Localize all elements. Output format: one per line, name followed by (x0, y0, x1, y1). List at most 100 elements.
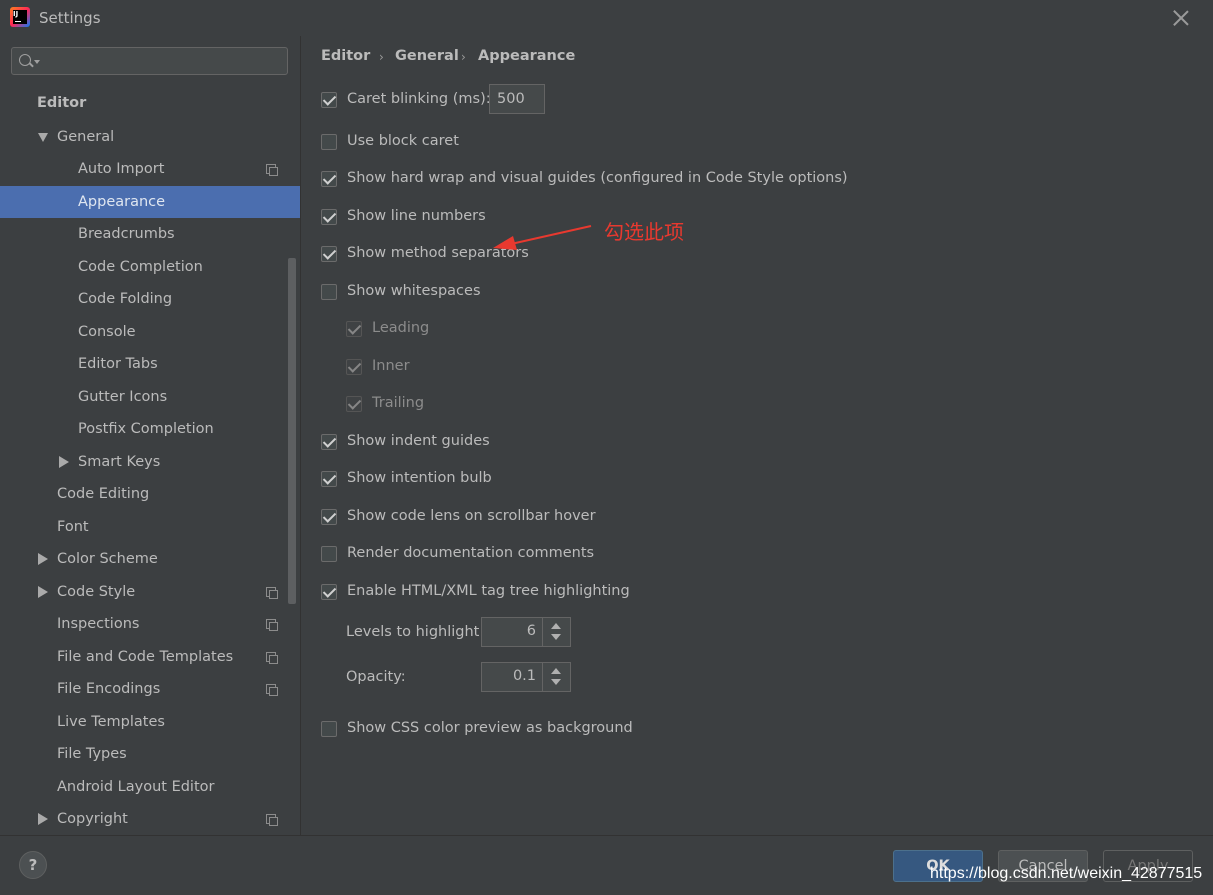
code-lens-label: Show code lens on scrollbar hover (347, 508, 596, 524)
leading-checkbox[interactable] (346, 321, 362, 337)
sidebar-item-editor[interactable]: Editor (0, 87, 300, 119)
chevron-down-icon[interactable] (34, 60, 40, 64)
sidebar-item-copyright[interactable]: Copyright (0, 803, 300, 835)
sidebar-item-code-completion[interactable]: Code Completion (0, 251, 300, 283)
chevron-right-icon[interactable] (38, 586, 48, 598)
spinner-up-icon[interactable] (551, 668, 561, 674)
dialog-footer: ? OK Cancel Apply https://blog.csdn.net/… (0, 835, 1213, 895)
spinner-up-icon[interactable] (551, 623, 561, 629)
method-separators-checkbox[interactable] (321, 246, 337, 262)
sidebar-item-label: Font (57, 519, 89, 535)
settings-sidebar: Editor General Auto Import Appearance Br… (0, 36, 301, 835)
render-docs-label: Render documentation comments (347, 545, 595, 561)
code-lens-checkbox[interactable] (321, 509, 337, 525)
whitespaces-checkbox[interactable] (321, 284, 337, 300)
inner-checkbox[interactable] (346, 359, 362, 375)
trailing-label: Trailing (372, 395, 425, 411)
indent-guides-checkbox[interactable] (321, 434, 337, 450)
sidebar-item-label: Editor (37, 95, 87, 111)
sidebar-item-file-types[interactable]: File Types (0, 738, 300, 770)
sidebar-item-gutter-icons[interactable]: Gutter Icons (0, 381, 300, 413)
render-docs-checkbox[interactable] (321, 546, 337, 562)
project-settings-icon (266, 587, 278, 599)
sidebar-scrollbar[interactable] (288, 258, 296, 604)
sidebar-item-console[interactable]: Console (0, 316, 300, 348)
sidebar-item-label: Code Completion (78, 259, 203, 275)
search-icon[interactable] (19, 54, 31, 66)
sidebar-item-file-and-code-templates[interactable]: File and Code Templates (0, 641, 300, 673)
watermark: https://blog.csdn.net/weixin_42877515 (930, 865, 1203, 882)
settings-search-box[interactable] (11, 47, 288, 75)
sidebar-item-label: Gutter Icons (78, 389, 168, 405)
intention-bulb-checkbox[interactable] (321, 471, 337, 487)
breadcrumb-separator: › (461, 50, 466, 64)
sidebar-item-label: Postfix Completion (78, 421, 214, 437)
caret-blinking-label: Caret blinking (ms): (347, 91, 491, 107)
levels-value[interactable]: 6 (527, 623, 536, 639)
sidebar-item-general[interactable]: General (0, 121, 300, 153)
opacity-value[interactable]: 0.1 (513, 668, 536, 684)
chevron-down-icon[interactable] (38, 133, 48, 142)
use-block-caret-checkbox[interactable] (321, 134, 337, 150)
project-settings-icon (266, 684, 278, 696)
sidebar-item-label: Android Layout Editor (57, 779, 215, 795)
opacity-label: Opacity: (346, 669, 406, 685)
sidebar-item-code-folding[interactable]: Code Folding (0, 283, 300, 315)
sidebar-item-file-encodings[interactable]: File Encodings (0, 673, 300, 705)
sidebar-item-smart-keys[interactable]: Smart Keys (0, 446, 300, 478)
opacity-spinner-buttons[interactable] (542, 663, 570, 691)
trailing-checkbox[interactable] (346, 396, 362, 412)
chevron-right-icon[interactable] (38, 553, 48, 565)
breadcrumb-item-editor[interactable]: Editor (321, 48, 370, 64)
sidebar-item-label: Smart Keys (78, 454, 161, 470)
sidebar-item-label: Code Style (57, 584, 136, 600)
sidebar-item-label: Code Folding (78, 291, 173, 307)
hard-wrap-checkbox[interactable] (321, 171, 337, 187)
spinner-down-icon[interactable] (551, 634, 561, 640)
sidebar-item-label: Live Templates (57, 714, 165, 730)
tag-tree-checkbox[interactable] (321, 584, 337, 600)
close-icon[interactable] (1173, 10, 1189, 26)
sidebar-item-postfix-completion[interactable]: Postfix Completion (0, 413, 300, 445)
caret-blinking-input[interactable]: 500 (489, 84, 545, 114)
breadcrumb-item-appearance: Appearance (478, 48, 576, 64)
sidebar-item-appearance[interactable]: Appearance (0, 186, 300, 218)
sidebar-item-label: Color Scheme (57, 551, 158, 567)
sidebar-item-live-templates[interactable]: Live Templates (0, 706, 300, 738)
sidebar-item-code-style[interactable]: Code Style (0, 576, 300, 608)
sidebar-item-color-scheme[interactable]: Color Scheme (0, 543, 300, 575)
opacity-spinner[interactable]: 0.1 (481, 662, 571, 692)
sidebar-item-auto-import[interactable]: Auto Import (0, 153, 300, 185)
levels-spinner-buttons[interactable] (542, 618, 570, 646)
line-numbers-checkbox[interactable] (321, 209, 337, 225)
caret-blinking-checkbox[interactable] (321, 92, 337, 108)
sidebar-item-font[interactable]: Font (0, 511, 300, 543)
sidebar-item-label: Inspections (57, 616, 140, 632)
sidebar-item-inspections[interactable]: Inspections (0, 608, 300, 640)
sidebar-item-label: File and Code Templates (57, 649, 234, 665)
line-numbers-label: Show line numbers (347, 208, 486, 224)
project-settings-icon (266, 814, 278, 826)
levels-label: Levels to highlight: (346, 624, 485, 640)
breadcrumb-item-general[interactable]: General (395, 48, 459, 64)
css-preview-checkbox[interactable] (321, 721, 337, 737)
sidebar-item-android-layout-editor[interactable]: Android Layout Editor (0, 771, 300, 803)
sidebar-item-breadcrumbs[interactable]: Breadcrumbs (0, 218, 300, 250)
sidebar-item-label: File Types (57, 746, 127, 762)
leading-label: Leading (372, 320, 430, 336)
sidebar-item-label: Console (78, 324, 136, 340)
intellij-app-icon: IJ (10, 7, 30, 27)
chevron-right-icon[interactable] (59, 456, 69, 468)
project-settings-icon (266, 619, 278, 631)
settings-content: Editor › General › Appearance Caret blin… (301, 36, 1213, 835)
sidebar-item-label: Appearance (78, 194, 166, 210)
help-button[interactable]: ? (19, 851, 47, 879)
chevron-right-icon[interactable] (38, 813, 48, 825)
search-input[interactable] (44, 50, 284, 74)
spinner-down-icon[interactable] (551, 679, 561, 685)
levels-spinner[interactable]: 6 (481, 617, 571, 647)
css-preview-label: Show CSS color preview as background (347, 720, 633, 736)
sidebar-item-code-editing[interactable]: Code Editing (0, 478, 300, 510)
window-title: Settings (39, 9, 101, 27)
sidebar-item-editor-tabs[interactable]: Editor Tabs (0, 348, 300, 380)
